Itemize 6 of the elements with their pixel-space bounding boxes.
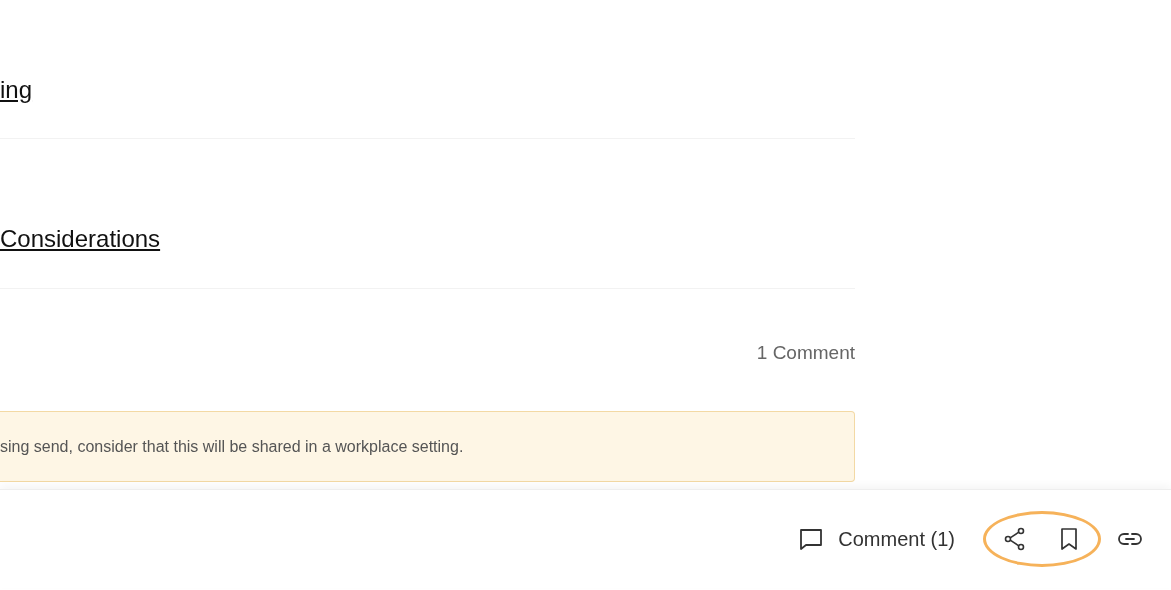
comment-count: 1 Comment bbox=[755, 341, 855, 365]
notice-banner: sing send, consider that this will be shared in a workplace setting. bbox=[0, 411, 855, 482]
article-link[interactable]: ing bbox=[0, 76, 33, 103]
comment-icon bbox=[798, 526, 825, 552]
article-link[interactable]: Considerations bbox=[0, 225, 161, 252]
comment-button[interactable]: Comment (1) bbox=[798, 526, 955, 552]
